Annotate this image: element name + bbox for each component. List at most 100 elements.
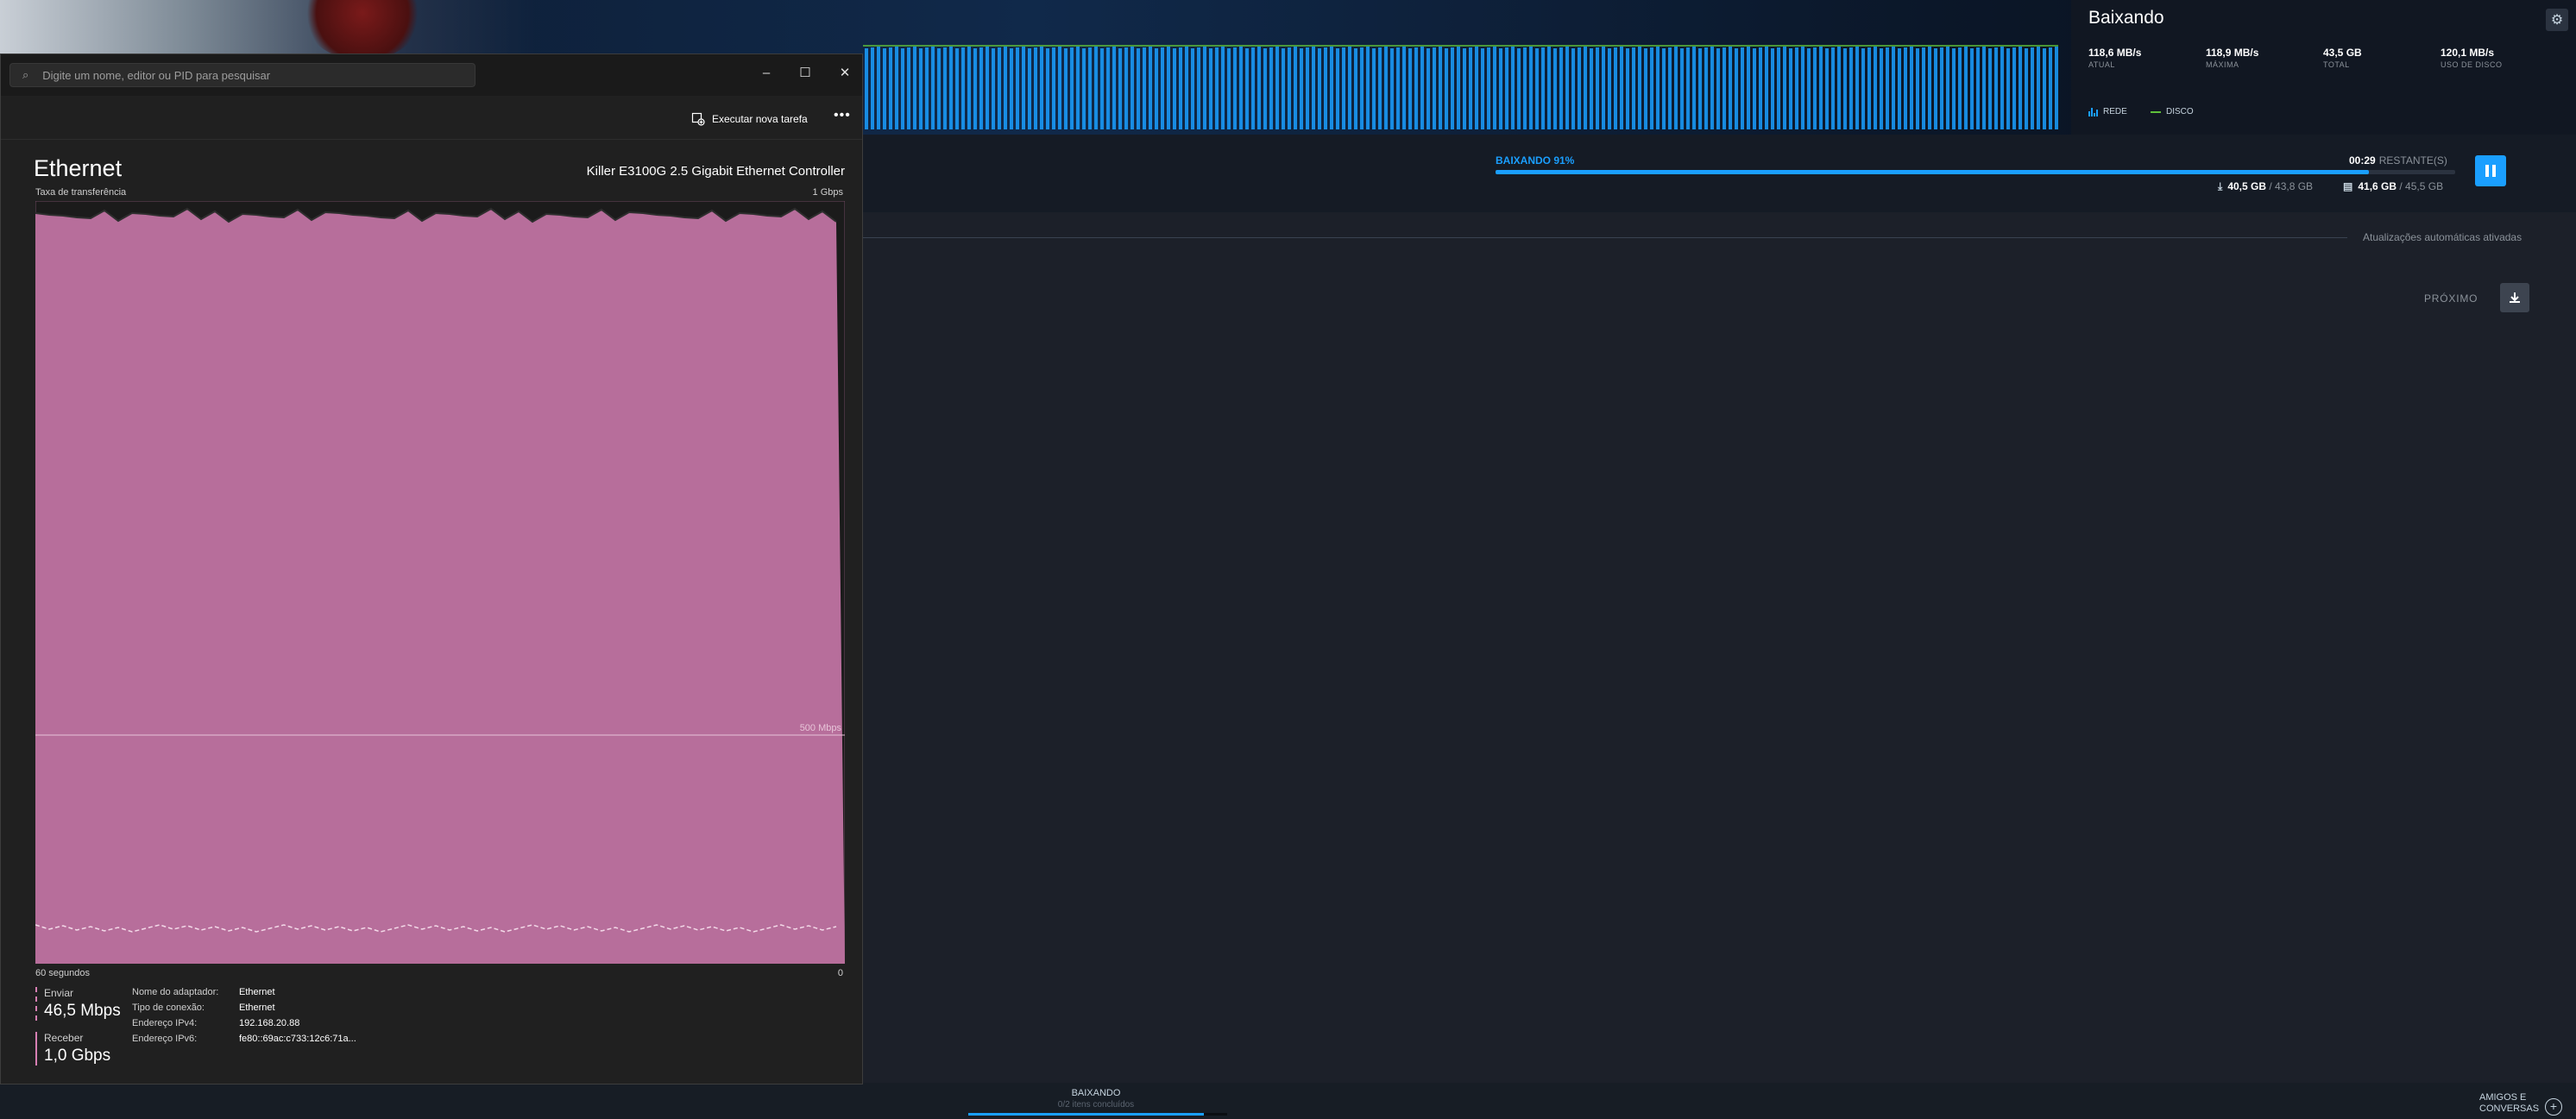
bottom-download-status[interactable]: BAIXANDO 0/2 itens concluídos bbox=[967, 1088, 1225, 1110]
search-icon: ⌕ bbox=[22, 68, 29, 81]
prop-connection-type-value: Ethernet bbox=[239, 1003, 275, 1013]
send-value: 46,5 Mbps bbox=[44, 1002, 121, 1020]
network-bar bbox=[865, 48, 868, 129]
network-bar bbox=[1523, 47, 1527, 129]
network-bar bbox=[1874, 47, 1877, 129]
network-bar bbox=[1155, 48, 1158, 129]
network-bar bbox=[1674, 47, 1678, 129]
network-bar bbox=[1475, 47, 1478, 129]
receive-area bbox=[35, 209, 845, 964]
prop-adapter-name-value: Ethernet bbox=[239, 987, 275, 997]
network-bar bbox=[1143, 47, 1146, 129]
network-bar bbox=[1880, 48, 1883, 129]
receive-value: 1,0 Gbps bbox=[44, 1047, 111, 1065]
network-bar bbox=[1016, 47, 1019, 129]
network-bar bbox=[1994, 47, 1998, 129]
network-bar bbox=[1336, 48, 1339, 129]
network-bar bbox=[1233, 47, 1237, 129]
time-remaining: 00:29 RESTANTE(S) bbox=[2349, 154, 2447, 167]
network-bar bbox=[1414, 47, 1418, 129]
network-bar bbox=[1729, 47, 1732, 129]
download-next-button[interactable] bbox=[2500, 283, 2529, 312]
auto-updates-status: Atualizações automáticas ativadas bbox=[2363, 231, 2522, 243]
network-bar bbox=[1354, 48, 1357, 129]
legend-network-label: REDE bbox=[2103, 107, 2127, 116]
network-bar bbox=[1457, 47, 1460, 129]
legend-network[interactable]: REDE bbox=[2088, 107, 2127, 116]
network-bar bbox=[1427, 48, 1430, 129]
network-bar bbox=[1445, 48, 1448, 129]
adapter-name: Killer E3100G 2.5 Gigabit Ethernet Contr… bbox=[586, 164, 845, 179]
bottom-progress-bar bbox=[968, 1113, 1227, 1116]
download-settings-button[interactable]: ⚙ bbox=[2546, 9, 2568, 31]
network-bar bbox=[1795, 47, 1798, 129]
network-bar bbox=[1831, 47, 1835, 129]
network-bar bbox=[1855, 47, 1859, 129]
network-bar bbox=[1330, 47, 1333, 129]
maximize-button[interactable]: ☐ bbox=[788, 63, 822, 84]
stat-current-value: 118,6 MB/s bbox=[2088, 47, 2142, 59]
pause-download-button[interactable] bbox=[2475, 155, 2506, 186]
network-bar bbox=[1535, 48, 1539, 129]
network-bar bbox=[1505, 47, 1508, 129]
network-bar bbox=[967, 47, 971, 129]
network-bar bbox=[889, 47, 892, 129]
stat-current: 118,6 MB/s ATUAL bbox=[2088, 47, 2141, 69]
next-section-label: PRÓXIMO bbox=[2424, 292, 2478, 305]
network-bar bbox=[2031, 47, 2034, 129]
send-metric: Enviar 46,5 Mbps bbox=[35, 987, 121, 1021]
network-bar bbox=[2000, 47, 2004, 129]
network-bar bbox=[1269, 47, 1273, 129]
scale-mid-label: 500 Mbps bbox=[800, 723, 842, 733]
more-options-icon[interactable]: ••• bbox=[834, 108, 851, 123]
network-bar bbox=[1910, 47, 1913, 129]
network-bar bbox=[1004, 47, 1007, 129]
network-bar bbox=[1680, 48, 1684, 129]
close-button[interactable]: ✕ bbox=[828, 63, 862, 84]
network-bar bbox=[925, 47, 929, 129]
search-input[interactable] bbox=[41, 67, 459, 83]
network-bar bbox=[1849, 47, 1853, 129]
send-label: Enviar bbox=[44, 987, 74, 999]
disk-value: 41,6 GB bbox=[2358, 180, 2397, 192]
stat-disk-usage: 120,1 MB/s USO DE DISCO bbox=[2441, 47, 2503, 69]
network-bar bbox=[1372, 48, 1376, 129]
stat-peak: 118,9 MB/s MÁXIMA bbox=[2206, 47, 2258, 69]
network-bar bbox=[2019, 47, 2022, 129]
network-bar bbox=[1149, 47, 1152, 129]
network-bar bbox=[1602, 47, 1605, 129]
network-bar bbox=[1837, 47, 1841, 129]
network-bar bbox=[1390, 48, 1394, 129]
network-bar bbox=[979, 47, 983, 129]
network-bar bbox=[1904, 47, 1907, 129]
run-new-task-button[interactable]: Executar nova tarefa bbox=[691, 108, 808, 130]
network-bar bbox=[1324, 47, 1327, 129]
add-friend-icon[interactable]: + bbox=[2545, 1098, 2562, 1116]
network-bar bbox=[1692, 47, 1696, 129]
network-bar bbox=[1632, 47, 1635, 129]
friends-chat-button[interactable]: AMIGOS E CONVERSAS bbox=[2479, 1092, 2539, 1115]
network-bar bbox=[1275, 47, 1279, 129]
network-bar bbox=[2049, 47, 2052, 129]
network-bar bbox=[1741, 47, 1744, 129]
network-bar bbox=[1040, 47, 1043, 129]
network-bar bbox=[1420, 47, 1424, 129]
network-bar bbox=[1360, 47, 1364, 129]
network-bar bbox=[1034, 47, 1037, 129]
network-bar bbox=[1469, 47, 1472, 129]
network-bar bbox=[1825, 48, 1829, 129]
network-bar bbox=[1137, 48, 1140, 129]
network-bar bbox=[1402, 47, 1406, 129]
stat-total-value: 43,5 GB bbox=[2323, 47, 2362, 59]
network-bar bbox=[1886, 47, 1889, 129]
network-bar bbox=[1179, 47, 1182, 129]
network-bar bbox=[1300, 48, 1303, 129]
network-bar bbox=[1928, 47, 1931, 129]
network-bar bbox=[1263, 48, 1267, 129]
network-bar bbox=[1046, 48, 1049, 129]
legend-disk[interactable]: DISCO bbox=[2151, 107, 2194, 116]
minimize-button[interactable]: – bbox=[749, 63, 784, 84]
network-bar bbox=[1813, 47, 1817, 129]
search-box[interactable]: ⌕ bbox=[9, 63, 476, 87]
network-bar bbox=[1245, 48, 1249, 129]
